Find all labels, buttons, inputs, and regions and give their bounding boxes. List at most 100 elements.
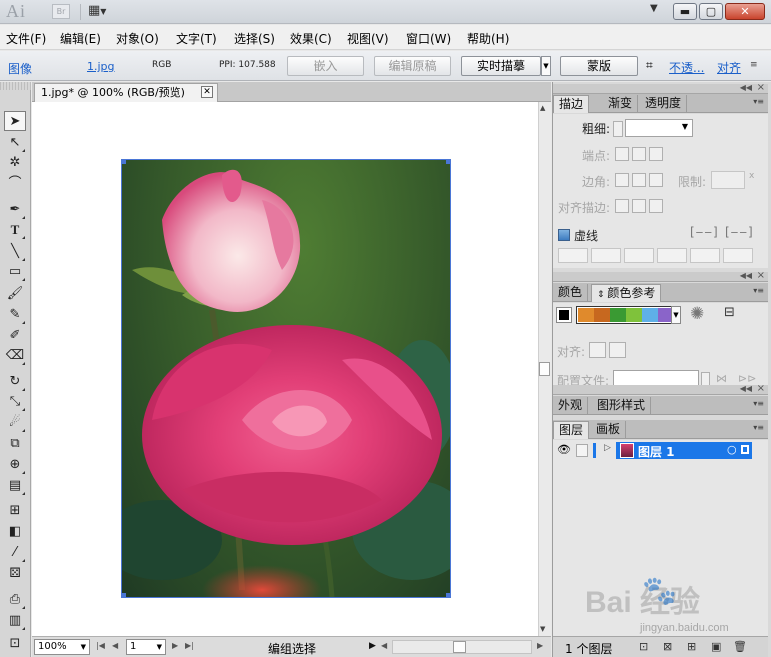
panel-menu-icon[interactable]: ▾≡ [753,423,764,432]
dash-field[interactable] [690,248,720,263]
anchor-point[interactable] [122,593,126,597]
warp-tool-icon[interactable]: ☄ [4,413,26,433]
collapse-icon[interactable]: ◀◀ [740,83,752,92]
menu-select[interactable]: 选择(S) [234,30,275,47]
limit-input[interactable] [711,171,745,189]
tab-color-guide[interactable]: ⇕ 颜色参考 [591,284,662,302]
mask-button[interactable]: 蒙版 [560,56,638,76]
minimize-button[interactable]: ▬ [673,3,697,20]
menu-effect[interactable]: 效果(C) [290,30,332,47]
guide-swatch[interactable] [642,308,658,322]
close-panel-icon[interactable]: × [757,383,765,394]
weight-input[interactable]: ▼ [625,119,693,137]
perspective-grid-tool-icon[interactable]: ▤ [4,476,26,496]
tab-appearance[interactable]: 外观 [553,397,589,415]
close-panel-icon[interactable]: × [757,82,765,93]
scale-tool-icon[interactable]: ⤡ [4,392,26,412]
artboard-field[interactable]: 1 ▼ [126,639,166,655]
guide-swatch[interactable] [658,308,671,322]
scroll-down-icon[interactable]: ▼ [540,625,545,633]
menu-edit[interactable]: 编辑(E) [60,30,101,47]
hscroll-left-icon[interactable]: ◀ [381,641,387,650]
panel-menu-icon[interactable]: ≡ [750,60,758,70]
guide-swatch[interactable] [594,308,610,322]
last-artboard-icon[interactable]: ▶| [185,641,194,650]
dash-field[interactable] [624,248,654,263]
panel-menu-icon[interactable]: ▾≡ [753,97,764,106]
round-cap-icon[interactable] [632,147,646,161]
eraser-tool-icon[interactable]: ⌫ [4,346,26,366]
visibility-eye-icon[interactable]: 👁 [557,443,571,456]
status-menu-arrow-icon[interactable]: ▶ [369,641,376,651]
tab-transparency[interactable]: 透明度 [640,95,688,113]
tab-artboards[interactable]: 画板 [591,421,627,439]
free-transform-tool-icon[interactable]: ⧉ [4,434,26,454]
blend-tool-icon[interactable]: ⚄ [4,564,26,584]
profile-action-icon[interactable]: ⋈ [716,372,727,385]
panel-menu-icon[interactable]: ▾≡ [753,399,764,408]
menu-object[interactable]: 对象(O) [116,30,159,47]
anchor-point[interactable] [446,593,450,597]
new-sublayer-icon[interactable]: ⊞ [687,640,696,653]
menu-window[interactable]: 窗口(W) [406,30,451,47]
panel-group-header[interactable]: ◀◀ × [553,383,768,395]
column-graph-tool-icon[interactable]: ▥ [4,611,26,631]
artboard-tool-icon[interactable]: ⊡ [4,634,26,654]
tab-gradient[interactable]: 渐变 [603,95,639,113]
collapse-icon[interactable]: ◀◀ [740,271,752,280]
scrollbar-thumb[interactable] [539,362,550,376]
direct-selection-tool-icon[interactable]: ↖ [4,133,26,153]
edit-original-button[interactable]: 编辑原稿 [374,56,451,76]
guide-swatch[interactable] [626,308,642,322]
status-text[interactable]: 编组选择 [268,640,316,657]
tab-layers[interactable]: 图层 [553,421,590,439]
menu-type[interactable]: 文字(T) [176,30,217,47]
transform-icon[interactable]: ⌗ [646,58,653,73]
expand-layer-icon[interactable]: ▷ [604,443,611,453]
object-type-link[interactable]: 图像 [8,60,32,77]
tab-stroke[interactable]: 描边 [553,95,590,113]
bevel-join-icon[interactable] [649,173,663,187]
opacity-link[interactable]: 不透... [669,59,704,76]
base-color-swatch[interactable] [556,307,572,323]
guide-swatch[interactable] [610,308,626,322]
maximize-button[interactable]: ▢ [699,3,723,20]
document-tab[interactable]: 1.jpg* @ 100% (RGB/预览) [34,83,218,102]
live-trace-button[interactable]: 实时描摹 [461,56,541,76]
lock-toggle[interactable] [576,444,588,457]
horizontal-scrollbar[interactable] [392,640,532,654]
make-clipping-mask-icon[interactable]: ⊠ [663,640,672,653]
shape-builder-tool-icon[interactable]: ⊕ [4,455,26,475]
panel-group-header[interactable]: ◀◀ × [553,82,768,94]
tools-grip[interactable] [0,82,31,90]
target-circle-icon[interactable]: ○ [727,443,737,456]
trace-options-dropdown[interactable]: ▼ [541,56,551,76]
projecting-cap-icon[interactable] [649,147,663,161]
close-button[interactable]: ✕ [725,3,765,20]
weight-stepper[interactable] [613,121,623,137]
symbol-sprayer-tool-icon[interactable]: ⎙ [4,590,26,610]
pen-tool-icon[interactable]: ✒ [4,200,26,220]
align-link[interactable]: 对齐 [717,59,741,76]
align-right-icon[interactable] [609,342,626,358]
workspace-dropdown[interactable]: ▼ [650,3,658,14]
embed-button[interactable]: 嵌入 [287,56,364,76]
delete-layer-icon[interactable]: 🗑 [733,640,747,653]
panel-menu-icon[interactable]: ▾≡ [753,286,764,295]
next-artboard-icon[interactable]: ▶ [172,641,178,650]
menu-help[interactable]: 帮助(H) [467,30,509,47]
prev-artboard-icon[interactable]: ◀ [112,641,118,650]
collapse-icon[interactable]: ◀◀ [740,384,752,393]
gradient-tool-icon[interactable]: ◧ [4,522,26,542]
zoom-field[interactable]: 100% ▼ [34,639,90,655]
butt-cap-icon[interactable] [615,147,629,161]
gap-field[interactable] [723,248,753,263]
lasso-tool-icon[interactable]: ⌒ [4,174,26,194]
close-panel-icon[interactable]: × [757,270,765,281]
dashed-line-checkbox[interactable] [558,229,570,241]
layer-name[interactable]: 图层 1 [638,443,675,460]
tab-color[interactable]: 颜色 [553,284,589,302]
selection-square-icon[interactable] [741,445,749,454]
edit-colors-icon[interactable]: ✺ [690,304,704,324]
round-join-icon[interactable] [632,173,646,187]
